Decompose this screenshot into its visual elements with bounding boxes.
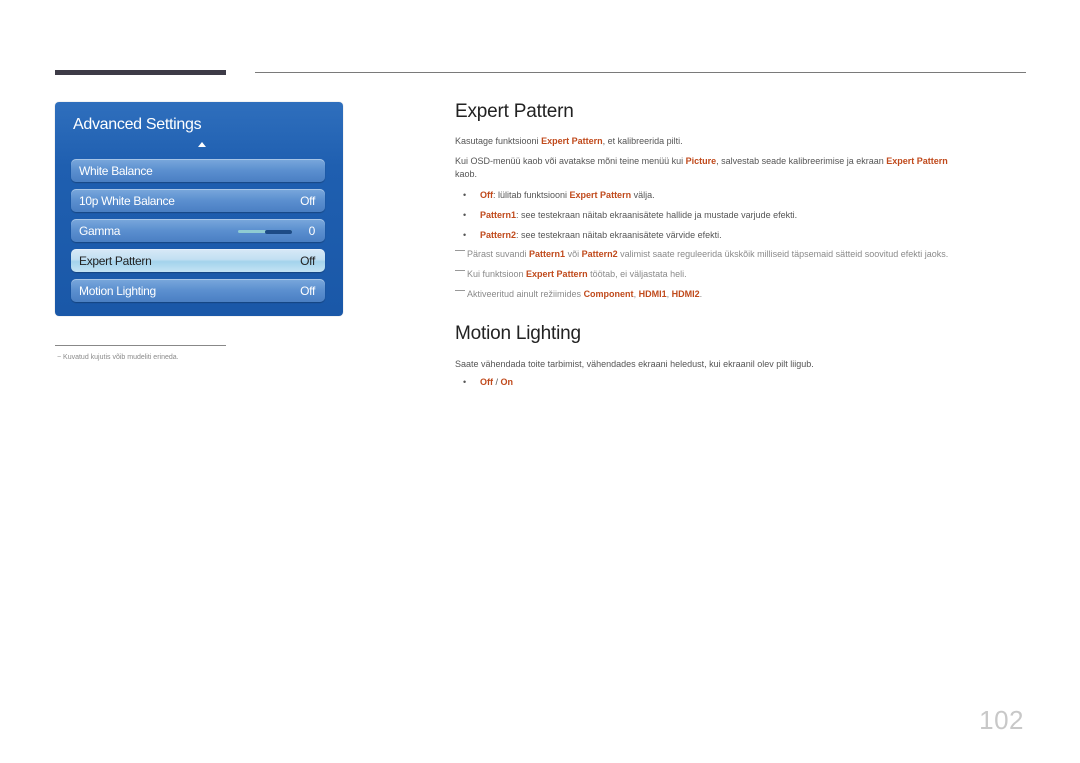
osd-item-value: Off: [300, 284, 315, 298]
osd-item-white-balance[interactable]: White Balance: [71, 159, 325, 182]
footnote: − Kuvatud kujutis võib mudeliti erineda.: [57, 354, 179, 361]
text: Kui OSD-menüü kaob või avatakse mõni tei…: [455, 156, 686, 166]
text: Kasutage funktsiooni: [455, 136, 542, 146]
bullet-key: Pattern2: [480, 230, 517, 240]
paragraph: Saate vähendada toite tarbimist, vähenda…: [455, 359, 814, 369]
page-number: 102: [979, 705, 1024, 735]
note: Pärast suvandi Pattern1 või Pattern2 val…: [455, 249, 948, 259]
highlight-term: Expert Pattern: [886, 156, 948, 166]
highlight-term: Expert Pattern: [569, 190, 632, 200]
osd-item-value: Off: [300, 194, 315, 208]
section-heading-expert-pattern: Expert Pattern: [455, 101, 574, 122]
highlight-term: Expert Pattern: [526, 269, 588, 279]
highlight-term: HDMI2: [671, 289, 700, 299]
gamma-slider[interactable]: [238, 229, 292, 234]
osd-item-10p-white-balance[interactable]: 10p White Balance Off: [71, 189, 325, 212]
osd-item-value: Off: [300, 254, 315, 268]
header-rule: [255, 72, 1026, 73]
highlight-term: Pattern1: [529, 249, 566, 259]
text: välja.: [631, 190, 655, 200]
scroll-up-arrow-icon: [198, 142, 206, 147]
text: Aktiveeritud ainult režiimides: [467, 289, 584, 299]
osd-item-motion-lighting[interactable]: Motion Lighting Off: [71, 279, 325, 302]
text: , et kalibreerida pilti.: [602, 136, 683, 146]
text: või: [565, 249, 582, 259]
osd-item-gamma[interactable]: Gamma 0: [71, 219, 325, 242]
bullet-icon: •: [463, 230, 467, 240]
note: Aktiveeritud ainult režiimides Component…: [455, 289, 702, 299]
osd-item-label: Motion Lighting: [79, 284, 156, 298]
osd-item-label: 10p White Balance: [79, 194, 175, 208]
option-on: On: [500, 377, 514, 387]
text: : see testekraan näitab ekraanisätete ha…: [516, 210, 798, 220]
gamma-slider-fill: [265, 229, 292, 234]
note: Kui funktsioon Expert Pattern töötab, ei…: [455, 269, 687, 279]
highlight-term: Expert Pattern: [541, 136, 603, 146]
highlight-term: Component: [583, 289, 634, 299]
osd-item-label: Gamma: [79, 224, 121, 238]
text: /: [493, 377, 501, 387]
bullet-icon: •: [463, 377, 467, 387]
text: valimist saate reguleerida ükskõik milli…: [617, 249, 949, 259]
bullet-item: • Pattern2: see testekraan näitab ekraani…: [463, 230, 722, 240]
bullet-icon: •: [463, 190, 467, 200]
note-dash-icon: [455, 270, 465, 271]
osd-title: Advanced Settings: [73, 116, 202, 133]
section-heading-motion-lighting: Motion Lighting: [455, 323, 581, 344]
highlight-term: Pattern2: [581, 249, 618, 259]
text: Pärast suvandi: [467, 249, 530, 259]
option-off: Off: [480, 377, 493, 387]
paragraph: Kasutage funktsiooni Expert Pattern, et …: [455, 135, 683, 148]
osd-menu-panel: Advanced Settings White Balance 10p Whit…: [55, 102, 343, 316]
paragraph-continuation: kaob.: [455, 169, 478, 179]
bullet-item: • Off: lülitab funktsiooni Expert Pattern…: [463, 190, 655, 200]
paragraph: Kui OSD-menüü kaob või avatakse mõni tei…: [455, 155, 948, 168]
bullet-icon: •: [463, 210, 467, 220]
bullet-item: • Off / On: [463, 377, 514, 387]
header-accent-bar: [55, 70, 226, 75]
text: : lülitab funktsiooni: [493, 190, 570, 200]
highlight-term: HDMI1: [638, 289, 667, 299]
bullet-item: • Pattern1: see testekraan näitab ekraani…: [463, 210, 798, 220]
bullet-key: Pattern1: [480, 210, 517, 220]
text: .: [699, 289, 703, 299]
text: : see testekraan näitab ekraanisätete vä…: [516, 230, 722, 240]
note-dash-icon: [455, 290, 465, 291]
text: töötab, ei väljastata heli.: [587, 269, 687, 279]
text: Kui funktsioon: [467, 269, 527, 279]
text: , salvestab seade kalibreerimise ja ekra…: [716, 156, 887, 166]
osd-item-label: White Balance: [79, 164, 153, 178]
footnote-rule: [55, 345, 226, 346]
osd-item-value: 0: [308, 224, 316, 238]
highlight-term: Picture: [685, 156, 717, 166]
osd-item-expert-pattern[interactable]: Expert Pattern Off: [71, 249, 325, 272]
bullet-key: Off: [480, 190, 493, 200]
osd-item-label: Expert Pattern: [79, 254, 152, 268]
note-dash-icon: [455, 250, 465, 251]
